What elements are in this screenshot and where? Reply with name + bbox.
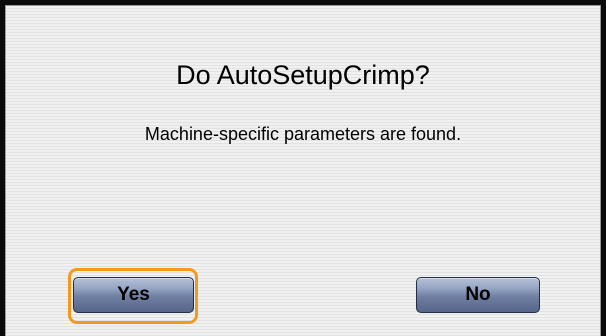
- dialog-title: Do AutoSetupCrimp?: [176, 60, 430, 90]
- confirm-dialog: Do AutoSetupCrimp? Machine-specific para…: [5, 5, 601, 336]
- no-button[interactable]: No: [416, 277, 540, 313]
- yes-button[interactable]: Yes: [73, 277, 194, 313]
- dialog-message: Machine-specific parameters are found.: [144, 124, 462, 144]
